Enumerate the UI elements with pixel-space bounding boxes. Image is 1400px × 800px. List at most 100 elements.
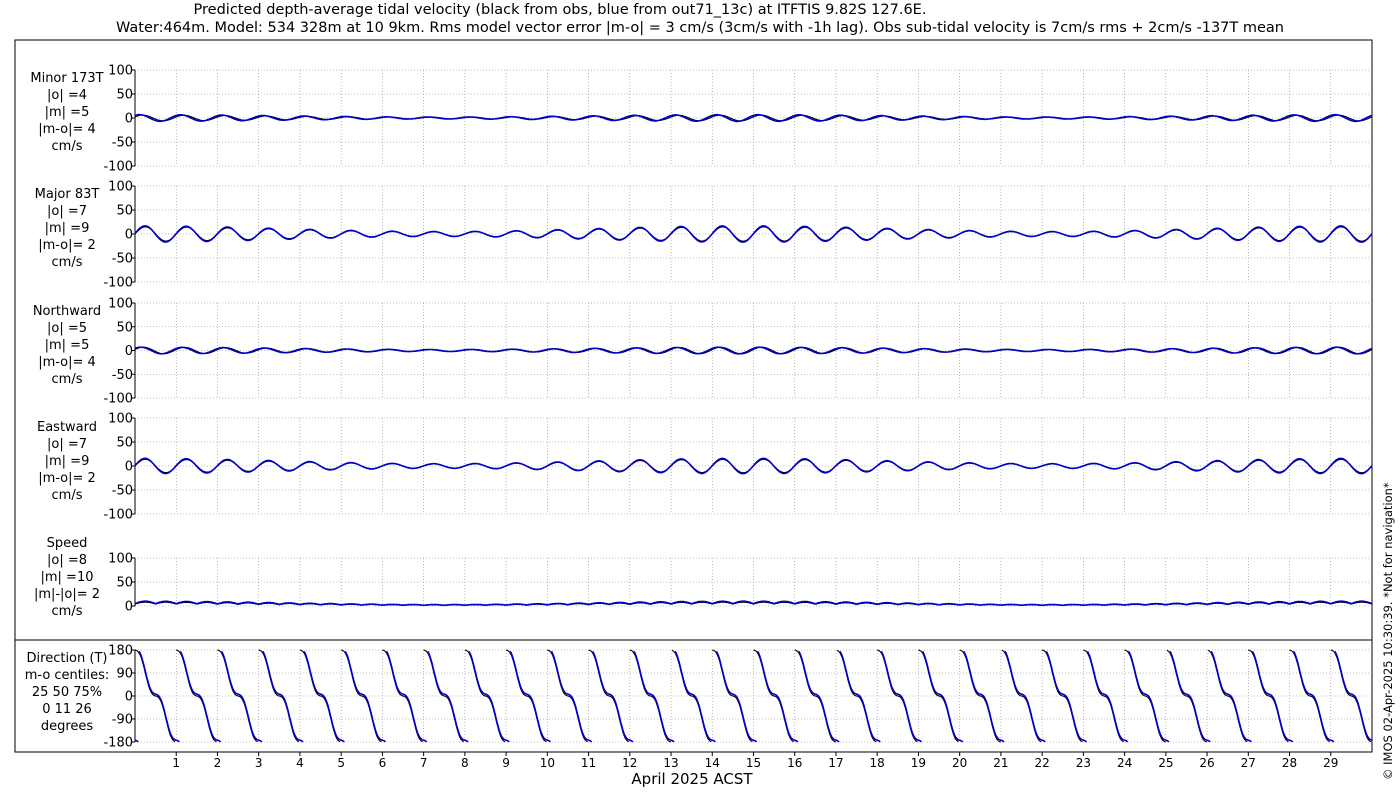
panel-label-line: cm/s [52, 255, 83, 270]
panel-label-line: |o| =5 [47, 321, 87, 336]
x-tick-label: 14 [705, 756, 720, 770]
x-axis-label: April 2025 ACST [631, 770, 753, 788]
panel-label-line: |m|-|o|= 2 [34, 587, 100, 602]
series-blue-line [344, 650, 387, 743]
x-tick-label: 15 [746, 756, 761, 770]
y-tick-label: 0 [125, 690, 133, 705]
panel-label-line: |m| =9 [45, 221, 90, 236]
series-blue-line [427, 650, 469, 743]
series-blue-line [1004, 650, 1046, 743]
chart-title-line-2: Water:464m. Model: 534 328m at 10 9km. R… [116, 20, 1284, 36]
series-blue-line [1169, 650, 1211, 743]
series-blue-line [303, 650, 345, 743]
x-tick-label: 20 [952, 756, 967, 770]
x-tick-label: 19 [911, 756, 926, 770]
x-tick-label: 27 [1241, 756, 1256, 770]
series-blue-line [756, 650, 799, 743]
series-blue-line [921, 650, 964, 743]
x-tick-label: 9 [502, 756, 510, 770]
panel-label-line: |m-o|= 2 [38, 471, 96, 486]
y-tick-label: 100 [108, 552, 133, 567]
x-tick-label: 28 [1282, 756, 1297, 770]
panel-label-line: |m-o|= 4 [38, 122, 96, 137]
panel-label-line: |o| =4 [47, 88, 87, 103]
panel-label-line: |o| =8 [47, 553, 87, 568]
panel-label-line: |o| =7 [47, 204, 87, 219]
x-tick-label: 11 [581, 756, 596, 770]
x-tick-label: 8 [461, 756, 469, 770]
y-tick-label: 0 [125, 460, 133, 475]
panel-label-line: m-o centiles: [25, 668, 110, 683]
series-blue-line [138, 650, 180, 743]
panel-eastward: Eastward |o| =7 |m| =9 |m-o|= 2 cm/s 100 50 0 -5… [37, 412, 1373, 523]
y-tick-label: 100 [108, 180, 133, 195]
y-tick-label: -100 [103, 392, 133, 407]
x-tick-label: 2 [214, 756, 222, 770]
series-blue-line [179, 650, 222, 743]
series-blue-line [715, 650, 758, 743]
y-tick-label: 0 [125, 344, 133, 359]
series-black-line [794, 649, 837, 743]
series-blue-line [1045, 650, 1088, 743]
y-tick-label: -50 [112, 136, 133, 151]
x-tick-label: 17 [828, 756, 843, 770]
y-tick-label: 100 [108, 297, 133, 312]
panel-northward: Northward |o| =5 |m| =5 |m-o|= 4 cm/s 100 50 0 -… [33, 297, 1373, 407]
y-tick-label: -90 [112, 713, 133, 728]
panel-label-line: degrees [41, 719, 94, 734]
series-blue-line [880, 650, 923, 743]
y-tick-label: 50 [116, 436, 133, 451]
y-tick-label: 100 [108, 64, 133, 79]
y-tick-label: 100 [108, 412, 133, 427]
panel-label-line: Speed [47, 536, 88, 551]
y-tick-label: 90 [116, 667, 133, 682]
y-tick-label: -50 [112, 252, 133, 267]
x-tick-label: 16 [787, 756, 802, 770]
panel-label-line: cm/s [52, 372, 83, 387]
y-tick-label: 180 [108, 644, 133, 659]
series-black-line [959, 649, 1002, 743]
x-tick-label: 21 [993, 756, 1008, 770]
series-blue-line [220, 650, 263, 743]
panel-label-line: |m-o|= 2 [38, 238, 96, 253]
series-black-line [1124, 649, 1166, 743]
series-blue-line [839, 650, 881, 743]
x-tick-label: 3 [255, 756, 263, 770]
y-tick-label: 0 [125, 228, 133, 243]
series-blue-line [963, 650, 1005, 743]
series-blue-line [591, 650, 634, 743]
series-blue-line [550, 650, 593, 743]
x-tick-label: 23 [1076, 756, 1091, 770]
panel-label-line: cm/s [52, 604, 83, 619]
panel-label-line: cm/s [52, 139, 83, 154]
x-tick-label: 29 [1323, 756, 1338, 770]
panel-label-line: |m| =10 [41, 570, 94, 585]
series-blue-line [1210, 650, 1252, 743]
panel-label-line: |m| =5 [45, 105, 90, 120]
y-tick-label: -50 [112, 484, 133, 499]
x-tick-label: 1 [172, 756, 180, 770]
series-blue-line [385, 650, 428, 743]
series-blue-line [674, 650, 716, 743]
series-black-line [629, 649, 672, 743]
x-tick-label: 13 [663, 756, 678, 770]
series-blue-line [1127, 650, 1170, 743]
series-blue-line [798, 650, 840, 743]
panel-label-line: cm/s [52, 488, 83, 503]
panel-label-line: |m| =5 [45, 338, 90, 353]
x-tick-label: 7 [420, 756, 428, 770]
y-tick-label: -100 [103, 276, 133, 291]
x-tick-label: 12 [622, 756, 637, 770]
series-blue-line [1086, 650, 1129, 743]
series-blue-line [1334, 650, 1373, 741]
panel-label-line: Northward [33, 304, 101, 319]
copyright-note: © IMOS 02-Apr-2025 10:30:39. *Not for na… [1381, 482, 1395, 780]
series-blue-line [1292, 650, 1335, 743]
panel-label-line: Direction (T) [27, 651, 108, 666]
x-tick-label: 6 [379, 756, 387, 770]
series-blue-line [262, 650, 304, 743]
y-tick-label: 0 [125, 600, 133, 615]
y-tick-label: 50 [116, 204, 133, 219]
panel-label-line: 0 11 26 [42, 702, 92, 717]
y-tick-label: -180 [103, 736, 133, 751]
